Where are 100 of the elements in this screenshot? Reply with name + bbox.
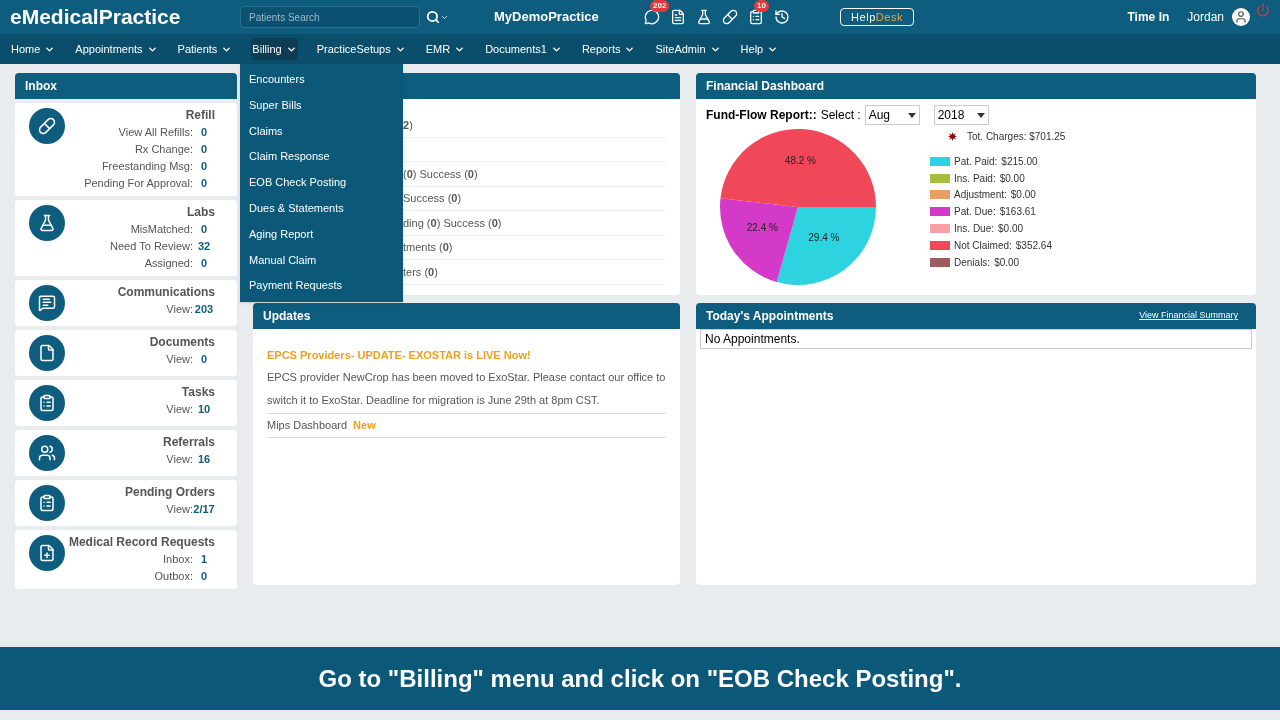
card-title: Tasks	[181, 384, 215, 401]
count-label: View:	[166, 402, 193, 417]
legend-label: Pat. Due:	[954, 205, 996, 220]
count-value[interactable]: 0	[193, 124, 215, 141]
count-label: Inbox:	[163, 552, 193, 567]
financial-summary-link[interactable]: View Financial Summary	[1139, 309, 1238, 323]
count-value[interactable]: 0	[193, 158, 215, 175]
inbox-card[interactable]: Tasks View: 10	[15, 380, 237, 426]
inbox-card[interactable]: Refill View All Refills: 0 Rx Change: 0 Freestanding Msg: 0 Pending For Approval: 0	[15, 103, 237, 196]
count-value[interactable]: 32	[193, 238, 215, 255]
count-value[interactable]: 203	[193, 301, 215, 318]
app-logo: eMedicalPractice	[10, 4, 182, 31]
card-title: Referrals	[162, 434, 215, 451]
status-count: tments (0)	[403, 240, 453, 255]
status-count: (0) Success (0)	[403, 166, 478, 182]
count-label: Outbox:	[154, 569, 193, 584]
nav-menu[interactable]: Documents1	[484, 38, 563, 60]
mips-dashboard-link[interactable]: Mips Dashboard	[267, 416, 348, 434]
count-value[interactable]: 1	[193, 551, 215, 568]
panel-header: Updates	[253, 303, 680, 329]
medical-record-icon	[29, 535, 65, 571]
helpdesk-button[interactable]: HelpDesk	[840, 7, 915, 27]
card-title: Communications	[117, 284, 215, 301]
inbox-header: Inbox	[15, 73, 237, 99]
count-label: MisMatched:	[130, 222, 193, 237]
menu-item[interactable]: Encounters	[240, 67, 403, 93]
nav-menu[interactable]: Patients	[176, 38, 234, 60]
legend-amount: $0.00	[1010, 188, 1036, 203]
menu-item[interactable]: Manual Claim	[240, 247, 403, 274]
empty-message: No Appointments.	[700, 329, 1252, 349]
legend-label: Pat. Paid:	[954, 154, 998, 169]
caret-icon[interactable]	[907, 112, 916, 118]
legend-label: Ins. Paid:	[954, 171, 996, 186]
card-title: Documents	[149, 334, 215, 351]
menu-item[interactable]: EOB Check Posting	[240, 170, 403, 196]
year-select[interactable]: 2018	[933, 105, 989, 125]
inbox-card[interactable]: Labs MisMatched: 0 Need To Review: 32 Assigned: 0	[15, 200, 237, 276]
pill-icon[interactable]	[722, 9, 738, 25]
starburst-icon	[948, 132, 957, 141]
nav-menu[interactable]: Billing	[251, 38, 298, 60]
count-value[interactable]: 10	[193, 401, 215, 418]
panel-title: Today's Appointments	[706, 308, 834, 325]
nav-menu[interactable]: PracticeSetups	[315, 38, 407, 60]
nav-menu[interactable]: Appointments	[74, 38, 159, 60]
count-label: View:	[166, 302, 193, 317]
avatar-icon[interactable]	[1232, 8, 1250, 26]
nav-menu[interactable]: SiteAdmin	[654, 38, 722, 60]
caret-icon[interactable]	[976, 112, 985, 118]
menu-item[interactable]: Claim Response	[240, 144, 403, 171]
people-icon	[29, 435, 65, 471]
legend-amount: $0.00	[994, 255, 1020, 270]
inbox-card[interactable]: Referrals View: 16	[15, 430, 237, 476]
inbox-card[interactable]: Documents View: 0	[15, 330, 237, 376]
flask-icon[interactable]	[696, 9, 712, 25]
month-select[interactable]: Aug	[864, 105, 920, 125]
legend-amount: $215.00	[1001, 154, 1038, 169]
user-name[interactable]: Jordan	[1187, 8, 1224, 26]
tasks-icon[interactable]	[748, 9, 764, 25]
message-count-badge: 202	[650, 0, 670, 12]
search-field[interactable]: Patients Search	[240, 6, 420, 28]
menu-item[interactable]: Claims	[240, 118, 403, 145]
count-value[interactable]: 0	[193, 141, 215, 158]
count-value[interactable]: 0	[193, 255, 215, 272]
inbox-card[interactable]: Medical Record Requests Inbox: 1 Outbox: 0	[15, 530, 237, 589]
count-value[interactable]: 0	[193, 221, 215, 238]
count-label: View:	[166, 352, 193, 367]
checklist-icon	[29, 385, 65, 421]
legend-label: Ins. Due:	[954, 222, 995, 237]
time-in-link[interactable]: Time In	[1127, 8, 1170, 26]
menu-item[interactable]: Super Bills	[240, 92, 403, 119]
inbox-card[interactable]: Pending Orders View:2/17	[15, 480, 237, 526]
count-label: View:	[166, 502, 193, 517]
practice-name[interactable]: MyDemoPractice	[494, 7, 644, 27]
report-label: Fund-Flow Report::	[706, 107, 817, 124]
slice-label: 29.4 %	[808, 232, 840, 244]
menu-item[interactable]: Payment Requests	[240, 273, 403, 300]
legend-label: Denials:	[954, 255, 991, 270]
card-title: Labs	[187, 204, 215, 221]
count-value[interactable]: 2/17	[193, 501, 215, 518]
nav-menu[interactable]: Home	[10, 38, 57, 60]
messages-icon[interactable]	[644, 9, 660, 25]
slice-label: 48.2 %	[784, 155, 816, 167]
count-value[interactable]: 0	[193, 175, 215, 192]
document-icon[interactable]	[670, 9, 686, 25]
count-value[interactable]: 16	[193, 451, 215, 468]
history-icon[interactable]	[774, 9, 790, 25]
search-icon[interactable]	[426, 10, 449, 24]
count-label: View All Refills:	[118, 125, 193, 140]
nav-menu[interactable]: Help	[739, 38, 780, 60]
count-label: Pending For Approval:	[84, 176, 193, 191]
menu-item[interactable]: Aging Report	[240, 221, 403, 248]
nav-menu[interactable]: EMR	[424, 38, 467, 60]
select-label: Select :	[820, 107, 861, 124]
count-label: Need To Review:	[110, 239, 193, 254]
inbox-card[interactable]: Communications View: 203	[15, 280, 237, 326]
menu-item[interactable]: Dues & Statements	[240, 196, 403, 222]
count-value[interactable]: 0	[193, 568, 215, 585]
count-value[interactable]: 0	[193, 351, 215, 368]
nav-menu[interactable]: Reports	[580, 38, 637, 60]
legend-amount: $0.00	[999, 171, 1025, 186]
